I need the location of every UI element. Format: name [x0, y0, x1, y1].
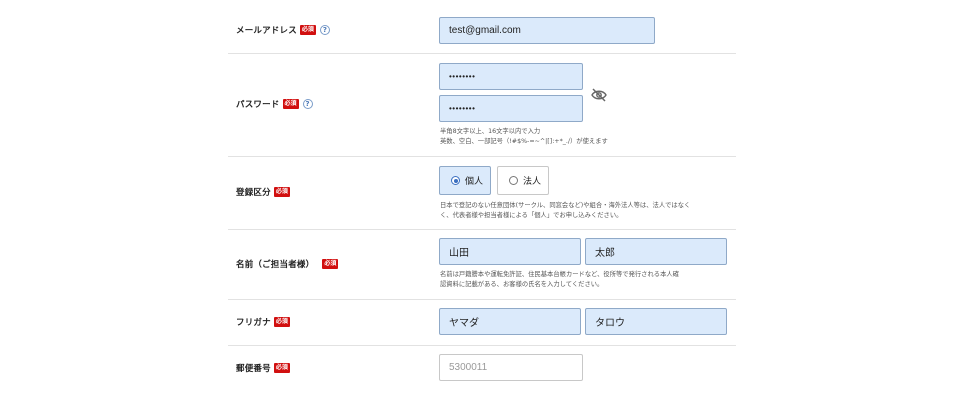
radio-unselected-icon: [509, 176, 518, 185]
eye-slash-icon[interactable]: [591, 88, 607, 102]
furigana-label: フリガナ: [236, 318, 271, 328]
radio-corporation-label: 法人: [523, 177, 542, 187]
row-separator: [228, 229, 736, 230]
password-input[interactable]: ••••••••: [439, 63, 583, 90]
registration-type-label-group: 登録区分 必須: [236, 186, 290, 198]
required-badge: 必須: [282, 99, 299, 109]
radio-individual[interactable]: 個人: [439, 166, 491, 195]
furigana-first-input[interactable]: タロウ: [585, 308, 727, 335]
required-badge: 必須: [299, 25, 316, 35]
postal-code-placeholder: 5300011: [449, 362, 488, 373]
postal-code-input[interactable]: 5300011: [439, 354, 583, 381]
password-hint-1: 半角8文字以上、16文字以内で入力: [440, 128, 541, 135]
required-badge: 必須: [273, 187, 290, 197]
row-separator: [228, 299, 736, 300]
radio-selected-icon: [451, 176, 460, 185]
password-value: ••••••••: [449, 72, 476, 81]
row-separator: [228, 156, 736, 157]
first-name-value: 太郎: [595, 248, 615, 259]
password-confirm-input[interactable]: ••••••••: [439, 95, 583, 122]
postal-code-label: 郵便番号: [236, 364, 271, 374]
row-separator: [228, 345, 736, 346]
furigana-last-input[interactable]: ヤマダ: [439, 308, 581, 335]
radio-individual-label: 個人: [465, 177, 484, 187]
password-confirm-value: ••••••••: [449, 104, 476, 113]
last-name-value: 山田: [449, 248, 469, 259]
registration-type-label: 登録区分: [236, 188, 271, 198]
name-label: 名前（ご担当者様）: [236, 260, 315, 270]
furigana-last-value: ヤマダ: [449, 318, 479, 329]
email-value: test@gmail.com: [449, 25, 521, 36]
radio-corporation[interactable]: 法人: [497, 166, 549, 195]
furigana-label-group: フリガナ 必須: [236, 316, 290, 328]
email-label: メールアドレス: [236, 26, 297, 36]
registration-hint-1: 日本で登記のない任意団体(サークル、同窓会など)や組合・海外法人等は、法人ではな…: [440, 202, 691, 209]
row-separator: [228, 53, 736, 54]
password-label: パスワード: [236, 100, 280, 110]
password-label-group: パスワード 必須 ?: [236, 98, 313, 110]
email-label-group: メールアドレス 必須 ?: [236, 24, 330, 36]
furigana-first-value: タロウ: [595, 318, 625, 329]
help-icon[interactable]: ?: [302, 99, 313, 109]
required-badge: 必須: [273, 317, 290, 327]
last-name-input[interactable]: 山田: [439, 238, 581, 265]
first-name-input[interactable]: 太郎: [585, 238, 727, 265]
email-input[interactable]: test@gmail.com: [439, 17, 655, 44]
help-icon[interactable]: ?: [319, 25, 330, 35]
required-badge: 必須: [273, 363, 290, 373]
postal-code-label-group: 郵便番号 必須: [236, 362, 290, 374]
name-hint-1: 名前は戸籍謄本や運転免許証、住民基本台帳カードなど、役所等で発行される本人確: [440, 271, 679, 278]
name-label-group: 名前（ご担当者様） 必須: [236, 258, 339, 270]
password-hint-2: 英数、空白、一部記号（!#$%-=~^|[]:+*_./）が使えます: [440, 138, 608, 145]
registration-hint-2: く、代表者様や担当者様による「個人」でお申し込みください。: [440, 212, 623, 219]
required-badge: 必須: [322, 259, 339, 269]
name-hint-2: 認資料に記載がある、お客様の氏名を入力してください。: [440, 281, 604, 288]
